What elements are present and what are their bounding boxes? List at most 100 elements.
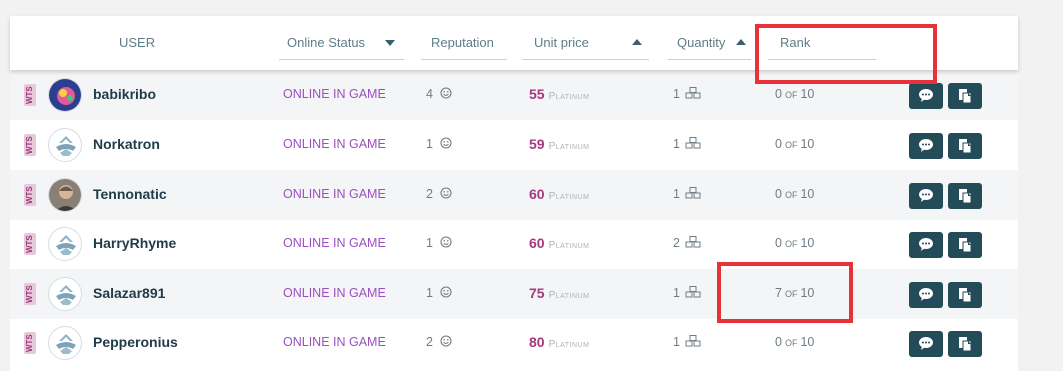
cubes-icon — [685, 87, 701, 99]
rank-value: 0 — [775, 236, 782, 250]
currency-label: Platinum — [548, 240, 590, 251]
quantity-value: 1 — [673, 187, 680, 201]
rank-max: 10 — [800, 335, 815, 349]
column-header-quantity[interactable]: Quantity — [677, 35, 725, 50]
copy-icon — [959, 139, 972, 154]
column-header-reputation[interactable]: Reputation — [431, 35, 494, 50]
reputation-value: 2 — [426, 335, 433, 349]
copy-message-button[interactable] — [948, 133, 982, 159]
username-link[interactable]: HarryRhyme — [93, 235, 176, 251]
column-header-unit-price[interactable]: Unit price — [534, 35, 589, 50]
reputation: 2 — [426, 335, 452, 349]
rank-max: 10 — [800, 187, 815, 201]
username-link[interactable]: Salazar891 — [93, 285, 165, 301]
rank: 0 OF 10 — [775, 187, 814, 201]
unit-price: 60 Platinum — [529, 186, 589, 202]
copy-message-button[interactable] — [948, 83, 982, 109]
avatar[interactable] — [48, 326, 82, 360]
table-row: WTS Norkatron ONLINE IN GAME 1 59 Platinum 1 0 O… — [10, 120, 1018, 170]
copy-icon — [959, 337, 972, 352]
copy-icon — [959, 238, 972, 253]
rank-max: 10 — [800, 137, 815, 151]
price-value: 59 — [529, 136, 545, 152]
copy-message-button[interactable] — [948, 282, 982, 308]
unit-price: 80 Platinum — [529, 334, 589, 350]
quantity: 1 — [673, 187, 701, 201]
whisper-button[interactable] — [909, 282, 943, 308]
reputation-value: 1 — [426, 286, 433, 300]
whisper-button[interactable] — [909, 83, 943, 109]
sort-asc-icon[interactable] — [632, 39, 642, 45]
copy-message-button[interactable] — [948, 183, 982, 209]
avatar[interactable] — [48, 128, 82, 162]
copy-message-button[interactable] — [948, 232, 982, 258]
price-value: 60 — [529, 235, 545, 251]
copy-message-button[interactable] — [948, 331, 982, 357]
rank: 0 OF 10 — [775, 87, 814, 101]
wts-badge: WTS — [24, 283, 36, 305]
avatar[interactable] — [48, 227, 82, 261]
wts-badge: WTS — [24, 184, 36, 206]
wts-badge: WTS — [24, 332, 36, 354]
currency-label: Platinum — [548, 141, 590, 152]
warframe-default-avatar-icon — [49, 235, 81, 260]
reputation: 2 — [426, 187, 452, 201]
rank: 0 OF 10 — [775, 137, 814, 151]
chat-bubble-icon — [919, 89, 933, 102]
smile-icon — [440, 137, 452, 149]
chat-bubble-icon — [919, 288, 933, 301]
reputation: 1 — [426, 286, 452, 300]
wts-badge: WTS — [24, 134, 36, 156]
rank-of-label: OF — [784, 190, 798, 200]
header-underline — [522, 59, 649, 60]
online-status: ONLINE IN GAME — [283, 286, 386, 300]
smile-icon — [440, 335, 452, 347]
whisper-button[interactable] — [909, 183, 943, 209]
sort-desc-icon[interactable] — [385, 40, 395, 46]
rank: 0 OF 10 — [775, 335, 814, 349]
header-underline — [668, 59, 751, 60]
whisper-button[interactable] — [909, 232, 943, 258]
avatar[interactable] — [48, 178, 82, 212]
reputation-value: 1 — [426, 236, 433, 250]
sort-asc-icon[interactable] — [736, 39, 746, 45]
cubes-icon — [685, 335, 701, 347]
username-link[interactable]: Norkatron — [93, 136, 160, 152]
rank-max: 10 — [800, 87, 815, 101]
whisper-button[interactable] — [909, 133, 943, 159]
cubes-icon — [685, 236, 701, 248]
avatar[interactable] — [48, 277, 82, 311]
quantity: 1 — [673, 335, 701, 349]
copy-icon — [959, 89, 972, 104]
username-link[interactable]: Pepperonius — [93, 334, 178, 350]
quantity: 1 — [673, 87, 701, 101]
table-row: WTS HarryRhyme ONLINE IN GAME 1 60 Platinum 2 0… — [10, 219, 1018, 269]
quantity-value: 2 — [673, 236, 680, 250]
quantity-value: 1 — [673, 335, 680, 349]
online-status: ONLINE IN GAME — [283, 137, 386, 151]
username-link[interactable]: babikribo — [93, 86, 156, 102]
reputation: 1 — [426, 236, 452, 250]
rank-of-label: OF — [784, 90, 798, 100]
quantity: 1 — [673, 286, 701, 300]
whisper-button[interactable] — [909, 331, 943, 357]
avatar[interactable] — [48, 78, 82, 112]
smile-icon — [440, 286, 452, 298]
online-status: ONLINE IN GAME — [283, 87, 386, 101]
unit-price: 55 Platinum — [529, 86, 589, 102]
currency-label: Platinum — [548, 290, 590, 301]
reputation-value: 4 — [426, 87, 433, 101]
rank-value: 0 — [775, 87, 782, 101]
header-underline — [421, 59, 507, 60]
chat-bubble-icon — [919, 238, 933, 251]
rank-of-label: OF — [784, 140, 798, 150]
currency-label: Platinum — [548, 191, 590, 202]
column-header-online-status[interactable]: Online Status — [287, 35, 365, 50]
cubes-icon — [685, 187, 701, 199]
unit-price: 75 Platinum — [529, 285, 589, 301]
rank-of-label: OF — [784, 338, 798, 348]
wts-badge: WTS — [24, 84, 36, 106]
rank: 0 OF 10 — [775, 236, 814, 250]
username-link[interactable]: Tennonatic — [93, 186, 167, 202]
smile-icon — [440, 236, 452, 248]
